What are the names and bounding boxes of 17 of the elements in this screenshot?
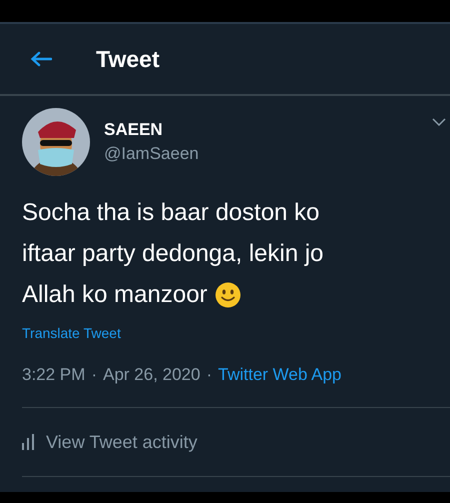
view-activity-link[interactable]: View Tweet activity xyxy=(46,432,198,452)
separator-dot: · xyxy=(91,365,97,385)
smiley-icon xyxy=(215,282,242,308)
author-handle: @IamSaeen xyxy=(104,144,199,164)
tweet-date: Apr 26, 2020 xyxy=(102,365,200,385)
tweet-text: Socha tha is baar doston ko xyxy=(22,198,320,228)
page-title: Tweet xyxy=(96,46,160,72)
tweet-text: Allah ko manzoor xyxy=(22,280,208,310)
translate-link[interactable]: Translate Tweet xyxy=(22,325,121,341)
chevron-down-icon[interactable] xyxy=(432,118,446,126)
tweet-text: iftaar party dedonga, lekin jo xyxy=(22,239,324,269)
separator-dot: · xyxy=(206,365,212,385)
source-link[interactable]: Twitter Web App xyxy=(218,365,342,385)
author-name: SAEEN xyxy=(104,120,164,140)
back-arrow-icon[interactable] xyxy=(30,51,52,67)
tweet-time: 3:22 PM xyxy=(22,365,86,385)
bar-chart-icon xyxy=(22,434,34,450)
